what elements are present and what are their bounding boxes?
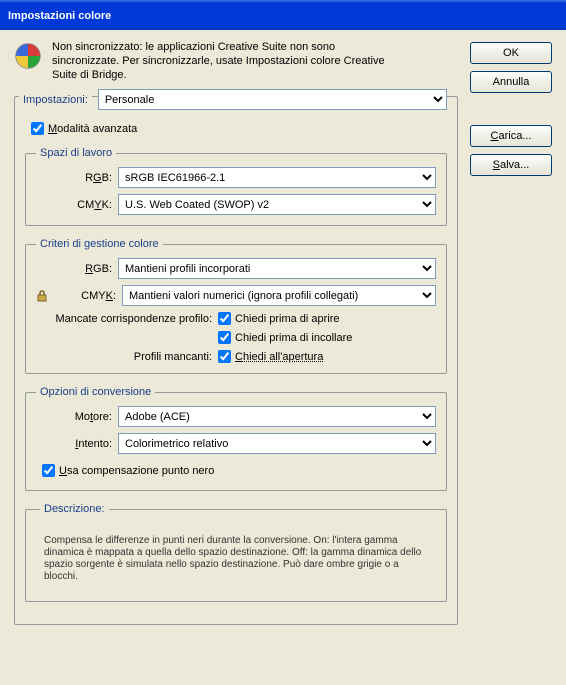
- rgb-policy-label: RGB:: [50, 263, 112, 275]
- ask-open-checkbox[interactable]: [218, 312, 231, 325]
- window-title: Impostazioni colore: [8, 10, 111, 22]
- conversion-group: Opzioni di conversione Motore: Adobe (AC…: [25, 386, 447, 491]
- titlebar: Impostazioni colore: [0, 0, 566, 30]
- mismatch-label: Mancate corrispondenze profilo:: [36, 313, 212, 325]
- description-group: Descrizione: Compensa le differenze in p…: [25, 503, 447, 602]
- intent-select[interactable]: Colorimetrico relativo: [118, 433, 436, 454]
- rgb-policy-select[interactable]: Mantieni profili incorporati: [118, 258, 436, 279]
- engine-label: Motore:: [50, 411, 112, 423]
- advanced-mode-label: MModalità avanzataodalità avanzata: [48, 123, 137, 135]
- blackpoint-label: Usa compensazione punto nero: [59, 465, 214, 477]
- missing-label: Profili mancanti:: [36, 351, 212, 363]
- rgb-workspace-select[interactable]: sRGB IEC61966-2.1: [118, 167, 436, 188]
- cancel-button[interactable]: Annulla: [470, 71, 552, 93]
- description-text: Compensa le differenze in punti neri dur…: [44, 535, 428, 583]
- cmyk-label: CMYK:: [50, 199, 112, 211]
- settings-label: Impostazioni:: [19, 94, 92, 106]
- sync-warning-icon: [14, 42, 42, 70]
- save-button[interactable]: Salva...: [470, 154, 552, 176]
- description-legend: Descrizione:: [40, 503, 109, 515]
- policies-group: Criteri di gestione colore RGB: Mantieni…: [25, 238, 447, 374]
- ask-open-label: Chiedi prima di aprire: [235, 313, 340, 325]
- rgb-label: RGB:: [50, 172, 112, 184]
- load-button[interactable]: Carica...: [470, 125, 552, 147]
- engine-select[interactable]: Adobe (ACE): [118, 406, 436, 427]
- conversion-legend: Opzioni di conversione: [36, 386, 155, 398]
- cmyk-policy-select[interactable]: Mantieni valori numerici (ignora profili…: [122, 285, 436, 306]
- ask-paste-checkbox[interactable]: [218, 331, 231, 344]
- intent-label: Intento:: [50, 438, 112, 450]
- advanced-mode-checkbox[interactable]: [31, 122, 44, 135]
- cmyk-policy-label: CMYK:: [68, 290, 116, 302]
- sync-notice: Non sincronizzato: le applicazioni Creat…: [14, 40, 458, 82]
- ok-button[interactable]: OK: [470, 42, 552, 64]
- ask-missing-checkbox[interactable]: [218, 350, 231, 363]
- policies-legend: Criteri di gestione colore: [36, 238, 163, 250]
- sync-text: Non sincronizzato: le applicazioni Creat…: [52, 40, 392, 82]
- blackpoint-checkbox[interactable]: [42, 464, 55, 477]
- lock-icon: [36, 289, 48, 303]
- cmyk-workspace-select[interactable]: U.S. Web Coated (SWOP) v2: [118, 194, 436, 215]
- workspace-legend: Spazi di lavoro: [36, 147, 116, 159]
- ask-missing-label: Chiedi all'apertura: [235, 351, 323, 363]
- workspace-group: Spazi di lavoro RGB: sRGB IEC61966-2.1 C…: [25, 147, 447, 226]
- ask-paste-label: Chiedi prima di incollare: [235, 332, 352, 344]
- settings-select[interactable]: Personale: [98, 89, 447, 110]
- settings-group: Impostazioni: Personale MModalità avanza…: [14, 96, 458, 625]
